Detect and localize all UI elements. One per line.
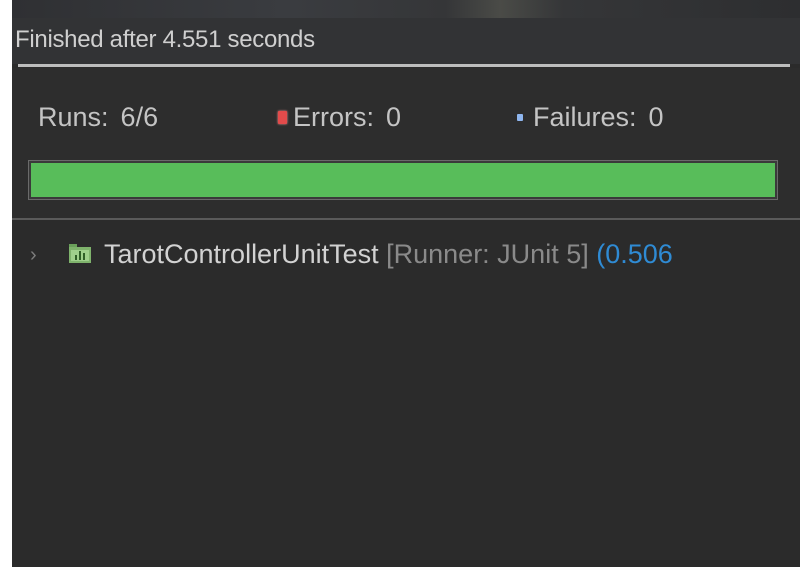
progress-bar-fill	[31, 163, 775, 197]
chevron-right-icon[interactable]: ›	[30, 244, 37, 267]
frame: Finished after 4.551 seconds Runs: 6/6 E…	[0, 0, 800, 567]
failure-icon	[517, 114, 523, 121]
status-divider	[18, 64, 790, 67]
counters-panel: Runs: 6/6 Errors: 0 Failures: 0	[12, 68, 800, 218]
status-bar: Finished after 4.551 seconds	[12, 18, 800, 64]
test-folder-icon	[68, 242, 92, 264]
progress-bar	[28, 160, 778, 200]
errors-counter: Errors: 0	[278, 102, 401, 133]
test-class-name: TarotControllerUnitTest	[104, 239, 379, 269]
errors-value: 0	[386, 102, 402, 132]
runs-counter: Runs: 6/6	[38, 102, 158, 133]
runs-value: 6/6	[120, 102, 159, 132]
test-tree[interactable]: › TarotControllerUnitTest [Runner: JUnit…	[12, 220, 800, 567]
failures-value: 0	[648, 102, 664, 132]
toolbar-strip	[12, 0, 800, 18]
tree-row[interactable]: › TarotControllerUnitTest [Runner: JUnit…	[12, 236, 800, 272]
errors-label: Errors:	[293, 102, 374, 132]
error-icon	[278, 111, 287, 124]
junit-panel: Finished after 4.551 seconds Runs: 6/6 E…	[12, 0, 800, 567]
runs-label: Runs:	[38, 102, 109, 132]
status-message: Finished after 4.551 seconds	[15, 26, 315, 53]
tree-item-label[interactable]: TarotControllerUnitTest [Runner: JUnit 5…	[104, 239, 673, 270]
test-runner: [Runner: JUnit 5]	[386, 239, 589, 269]
failures-counter: Failures: 0	[517, 102, 664, 133]
failures-label: Failures:	[533, 102, 637, 132]
test-duration: (0.506	[596, 239, 673, 269]
